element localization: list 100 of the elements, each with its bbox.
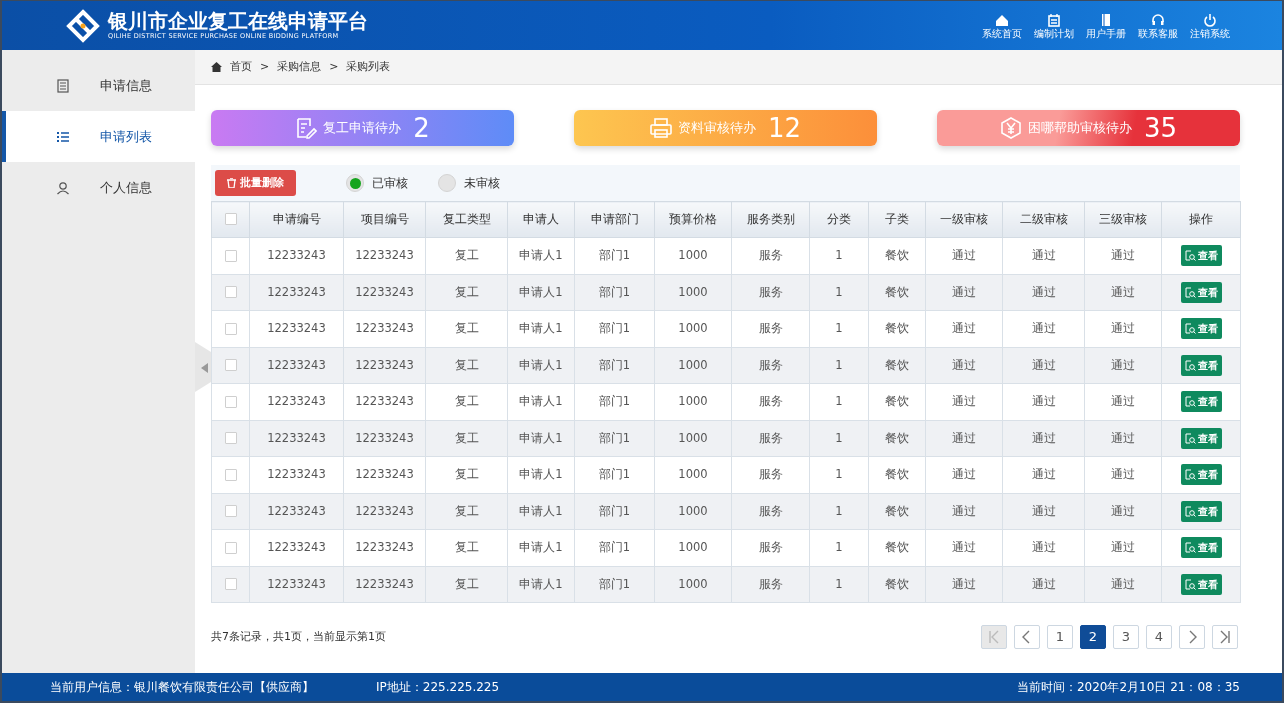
printer-icon — [649, 117, 672, 139]
view-button[interactable]: 查看 — [1180, 391, 1222, 413]
row-checkbox[interactable] — [224, 359, 237, 372]
view-button[interactable]: 查看 — [1180, 427, 1222, 449]
nav-button[interactable]: 编制计划 — [1032, 12, 1076, 39]
document-search-icon — [1184, 250, 1196, 262]
card-count: 35 — [1143, 115, 1178, 141]
previous-page-button[interactable] — [1014, 625, 1040, 649]
table-cell: 通过 — [925, 566, 1003, 603]
next-page-button[interactable] — [1179, 625, 1205, 649]
table-cell: 通过 — [925, 529, 1003, 566]
row-checkbox[interactable] — [224, 286, 237, 299]
filter-radio[interactable]: 已审核 — [346, 174, 408, 192]
last-page-button[interactable] — [1212, 625, 1238, 649]
page-button[interactable]: 1 — [1047, 625, 1073, 649]
select-all-checkbox[interactable] — [224, 213, 237, 226]
table-cell: 1000 — [654, 237, 732, 274]
view-button[interactable]: 查看 — [1180, 464, 1222, 486]
table-cell: 复工 — [425, 529, 508, 566]
table-cell: 1 — [809, 493, 869, 530]
page-button[interactable]: 4 — [1146, 625, 1172, 649]
calendar-icon — [1047, 12, 1061, 27]
row-checkbox[interactable] — [224, 578, 237, 591]
table-cell: 1000 — [654, 493, 732, 530]
summary-card[interactable]: 复工申请待办 2 — [211, 110, 514, 146]
table-cell: 餐饮 — [868, 274, 926, 311]
card-count: 2 — [413, 115, 430, 141]
breadcrumb-link[interactable]: 首页 — [230, 58, 252, 76]
table-cell: 复工 — [425, 566, 508, 603]
table-cell: 通过 — [925, 420, 1003, 457]
current-user-info: 当前用户信息：银川餐饮有限责任公司【供应商】 — [50, 679, 314, 696]
table-cell: 通过 — [925, 383, 1003, 420]
row-checkbox[interactable] — [224, 505, 237, 518]
table-cell: 12233243 — [249, 566, 344, 603]
card-label: 复工申请待办 — [323, 119, 402, 138]
page-button[interactable]: 3 — [1113, 625, 1139, 649]
row-checkbox[interactable] — [224, 395, 237, 408]
view-button[interactable]: 查看 — [1180, 354, 1222, 376]
table-cell: 服务 — [731, 310, 810, 347]
sidebar-item[interactable]: 个人信息 — [2, 162, 195, 213]
last-page-icon — [1218, 630, 1232, 644]
row-checkbox[interactable] — [224, 322, 237, 335]
row-checkbox[interactable] — [224, 432, 237, 445]
table-cell: 12233243 — [249, 383, 344, 420]
view-button[interactable]: 查看 — [1180, 573, 1222, 595]
table-cell: 通过 — [925, 347, 1003, 384]
table-cell: 餐饮 — [868, 383, 926, 420]
row-checkbox[interactable] — [224, 468, 237, 481]
breadcrumb-link[interactable]: 采购信息 — [277, 58, 322, 76]
page-button[interactable]: 2 — [1080, 625, 1106, 649]
view-button[interactable]: 查看 — [1180, 318, 1222, 340]
nav-button[interactable]: 注销系统 — [1188, 12, 1232, 39]
batch-delete-button[interactable]: 批量删除 — [215, 170, 296, 196]
sidebar-item[interactable]: 申请列表 — [2, 111, 195, 162]
table-cell: 12233243 — [343, 347, 426, 384]
table-cell: 通过 — [1084, 237, 1162, 274]
view-button[interactable]: 查看 — [1180, 281, 1222, 303]
view-button[interactable]: 查看 — [1180, 500, 1222, 522]
table-cell: 餐饮 — [868, 347, 926, 384]
table-cell: 1000 — [654, 347, 732, 384]
table-cell: 1 — [809, 347, 869, 384]
summary-card[interactable]: 困哪帮助审核待办 35 — [937, 110, 1240, 146]
table-cell: 申请人1 — [507, 493, 575, 530]
table-cell: 通过 — [1084, 493, 1162, 530]
view-button[interactable]: 查看 — [1180, 537, 1222, 559]
table-cell: 12233243 — [249, 310, 344, 347]
sidebar-item[interactable]: 申请信息 — [2, 60, 195, 111]
table-cell: 部门1 — [574, 566, 655, 603]
record-summary: 共7条记录，共1页，当前显示第1页 — [211, 628, 386, 645]
table-cell: 通过 — [925, 456, 1003, 493]
nav-button[interactable]: 用户手册 — [1084, 12, 1128, 39]
table-cell: 通过 — [1002, 274, 1085, 311]
table-cell: 12233243 — [249, 274, 344, 311]
view-button[interactable]: 查看 — [1180, 245, 1222, 267]
document-search-icon — [1184, 323, 1196, 335]
column-header: 申请编号 — [249, 201, 344, 238]
breadcrumb-separator: > — [260, 58, 270, 75]
row-checkbox[interactable] — [224, 541, 237, 554]
table-cell: 服务 — [731, 566, 810, 603]
table-cell: 餐饮 — [868, 456, 926, 493]
nav-button[interactable]: 系统首页 — [980, 12, 1024, 39]
user-icon — [56, 180, 70, 195]
column-header: 一级审核 — [925, 201, 1003, 238]
edit-document-icon — [295, 117, 318, 139]
table-cell: 申请人1 — [507, 456, 575, 493]
table-cell: 通过 — [925, 237, 1003, 274]
app-title: 银川市企业复工在线申请平台 — [108, 9, 368, 32]
list-icon — [56, 129, 70, 144]
document-search-icon — [1184, 286, 1196, 298]
table-cell: 餐饮 — [868, 237, 926, 274]
table-cell: 部门1 — [574, 310, 655, 347]
table-cell: 申请人1 — [507, 529, 575, 566]
table-cell: 通过 — [1002, 237, 1085, 274]
table-cell: 通过 — [1002, 420, 1085, 457]
table-cell: 通过 — [1002, 529, 1085, 566]
table-cell: 12233243 — [343, 493, 426, 530]
filter-radio[interactable]: 未审核 — [438, 174, 500, 192]
nav-button[interactable]: 联系客服 — [1136, 12, 1180, 39]
table-cell: 通过 — [1002, 310, 1085, 347]
row-checkbox[interactable] — [224, 249, 237, 262]
